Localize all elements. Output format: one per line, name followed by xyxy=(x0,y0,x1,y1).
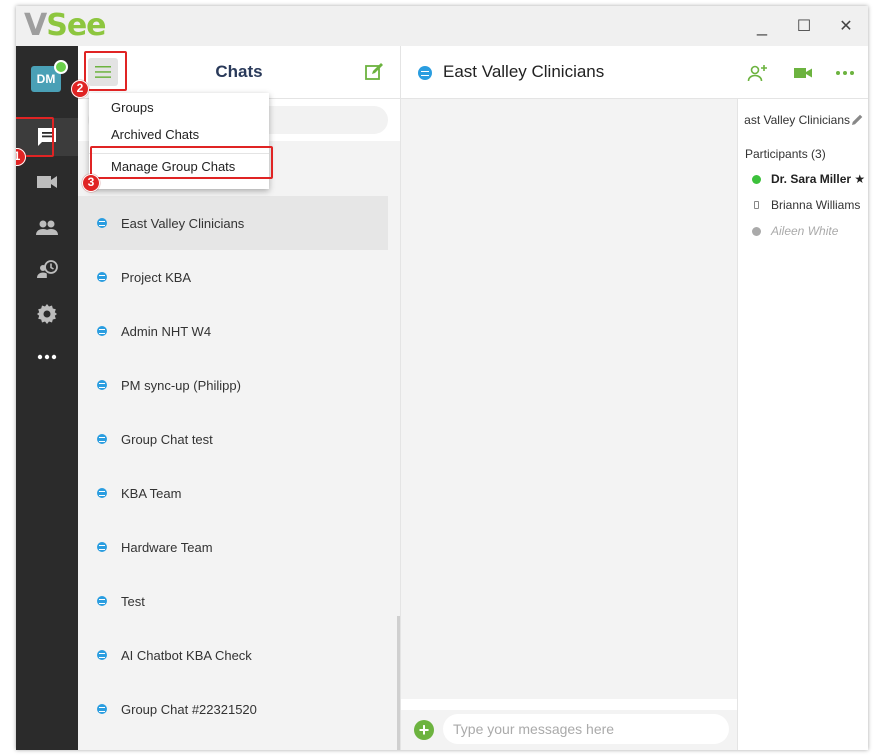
more-icon xyxy=(37,354,57,360)
maximize-button[interactable]: ☐ xyxy=(784,12,824,40)
group-chat-icon xyxy=(97,326,107,336)
chat-list-item[interactable]: PM sync-up (Philipp) xyxy=(78,358,388,412)
participants-panel: ast Valley Clinicians Participants (3) D… xyxy=(737,99,868,750)
annotation-badge-3: 3 xyxy=(82,174,100,192)
chat-list-item[interactable]: East Valley Clinicians xyxy=(78,196,388,250)
menu-item-archived-chats[interactable]: Archived Chats xyxy=(89,122,269,148)
title-bar: VSee _ ☐ ✕ xyxy=(16,6,868,46)
rail-history-button[interactable] xyxy=(16,251,78,289)
online-status-icon xyxy=(752,174,761,184)
more-icon xyxy=(836,71,854,75)
menu-item-groups[interactable]: Groups xyxy=(89,95,269,121)
rail-contacts-button[interactable] xyxy=(16,209,78,247)
chat-list: East Valley Clinicians Project KBA Admin… xyxy=(78,196,388,736)
settings-icon xyxy=(37,304,57,324)
group-chat-icon xyxy=(97,218,107,228)
video-icon xyxy=(37,176,57,188)
rail-more-button[interactable] xyxy=(16,338,78,376)
add-user-icon xyxy=(747,65,767,82)
group-name-label: ast Valley Clinicians xyxy=(744,113,850,127)
chats-menu-dropdown: Groups Archived Chats Manage Group Chats xyxy=(89,93,269,189)
add-participant-button[interactable] xyxy=(746,62,770,84)
offline-status-icon xyxy=(752,226,761,236)
video-icon xyxy=(794,68,812,78)
message-input[interactable] xyxy=(443,714,729,744)
minimize-button[interactable]: _ xyxy=(742,12,782,40)
group-chat-icon xyxy=(97,488,107,498)
online-status-dot xyxy=(54,60,68,74)
left-rail: DM xyxy=(16,46,78,750)
participant-item[interactable]: Dr. Sara Miller ★ xyxy=(752,171,865,187)
chat-list-item[interactable]: Group Chat #22321520 xyxy=(78,682,388,736)
chat-list-item[interactable]: AI Chatbot KBA Check xyxy=(78,628,388,682)
video-call-button[interactable] xyxy=(791,62,815,84)
new-chat-button[interactable] xyxy=(364,62,384,82)
chat-list-item[interactable]: Hardware Team xyxy=(78,520,388,574)
more-options-button[interactable] xyxy=(833,62,857,84)
chat-list-item[interactable]: Project KBA xyxy=(78,250,388,304)
message-area[interactable] xyxy=(401,99,737,699)
menu-item-manage-group-chats[interactable]: Manage Group Chats xyxy=(89,153,269,179)
rail-video-button[interactable] xyxy=(16,163,78,201)
annotation-badge-2: 2 xyxy=(71,80,89,98)
history-icon xyxy=(37,260,58,278)
participants-count: Participants (3) xyxy=(745,147,826,161)
participant-item[interactable]: Brianna Williams xyxy=(752,197,860,213)
group-chat-icon xyxy=(97,380,107,390)
group-chat-icon xyxy=(97,704,107,714)
vsee-window: VSee _ ☐ ✕ DM Chats East Valley Clinicia… xyxy=(16,6,868,750)
contacts-icon xyxy=(36,220,58,235)
pencil-icon xyxy=(852,114,863,125)
group-chat-icon xyxy=(97,542,107,552)
group-chat-icon xyxy=(97,596,107,606)
conversation-header: East Valley Clinicians xyxy=(401,46,868,99)
conversation-title: East Valley Clinicians xyxy=(443,62,605,81)
attach-button[interactable]: + xyxy=(414,720,434,740)
conversation-pane: East Valley Clinicians + ast Valley Clin… xyxy=(400,46,868,750)
chat-list-item[interactable]: KBA Team xyxy=(78,466,388,520)
message-composer: + xyxy=(401,710,737,750)
edit-group-name-button[interactable] xyxy=(850,113,864,127)
vsee-logo: VSee xyxy=(24,8,107,43)
mobile-icon xyxy=(754,201,759,209)
group-chat-icon xyxy=(97,272,107,282)
chat-list-item[interactable]: Group Chat test xyxy=(78,412,388,466)
participant-item[interactable]: Aileen White xyxy=(752,223,838,239)
group-chat-icon xyxy=(97,650,107,660)
rail-settings-button[interactable] xyxy=(16,295,78,333)
chats-title: Chats xyxy=(215,62,263,81)
chats-header: Chats xyxy=(78,46,400,99)
compose-icon xyxy=(365,63,383,80)
group-chat-icon xyxy=(418,66,432,80)
chat-list-item[interactable]: Test xyxy=(78,574,388,628)
chat-icon xyxy=(38,128,56,146)
rail-chats-button[interactable] xyxy=(16,118,78,156)
chat-list-item[interactable]: Admin NHT W4 xyxy=(78,304,388,358)
group-chat-icon xyxy=(97,434,107,444)
close-window-button[interactable]: ✕ xyxy=(826,12,866,40)
